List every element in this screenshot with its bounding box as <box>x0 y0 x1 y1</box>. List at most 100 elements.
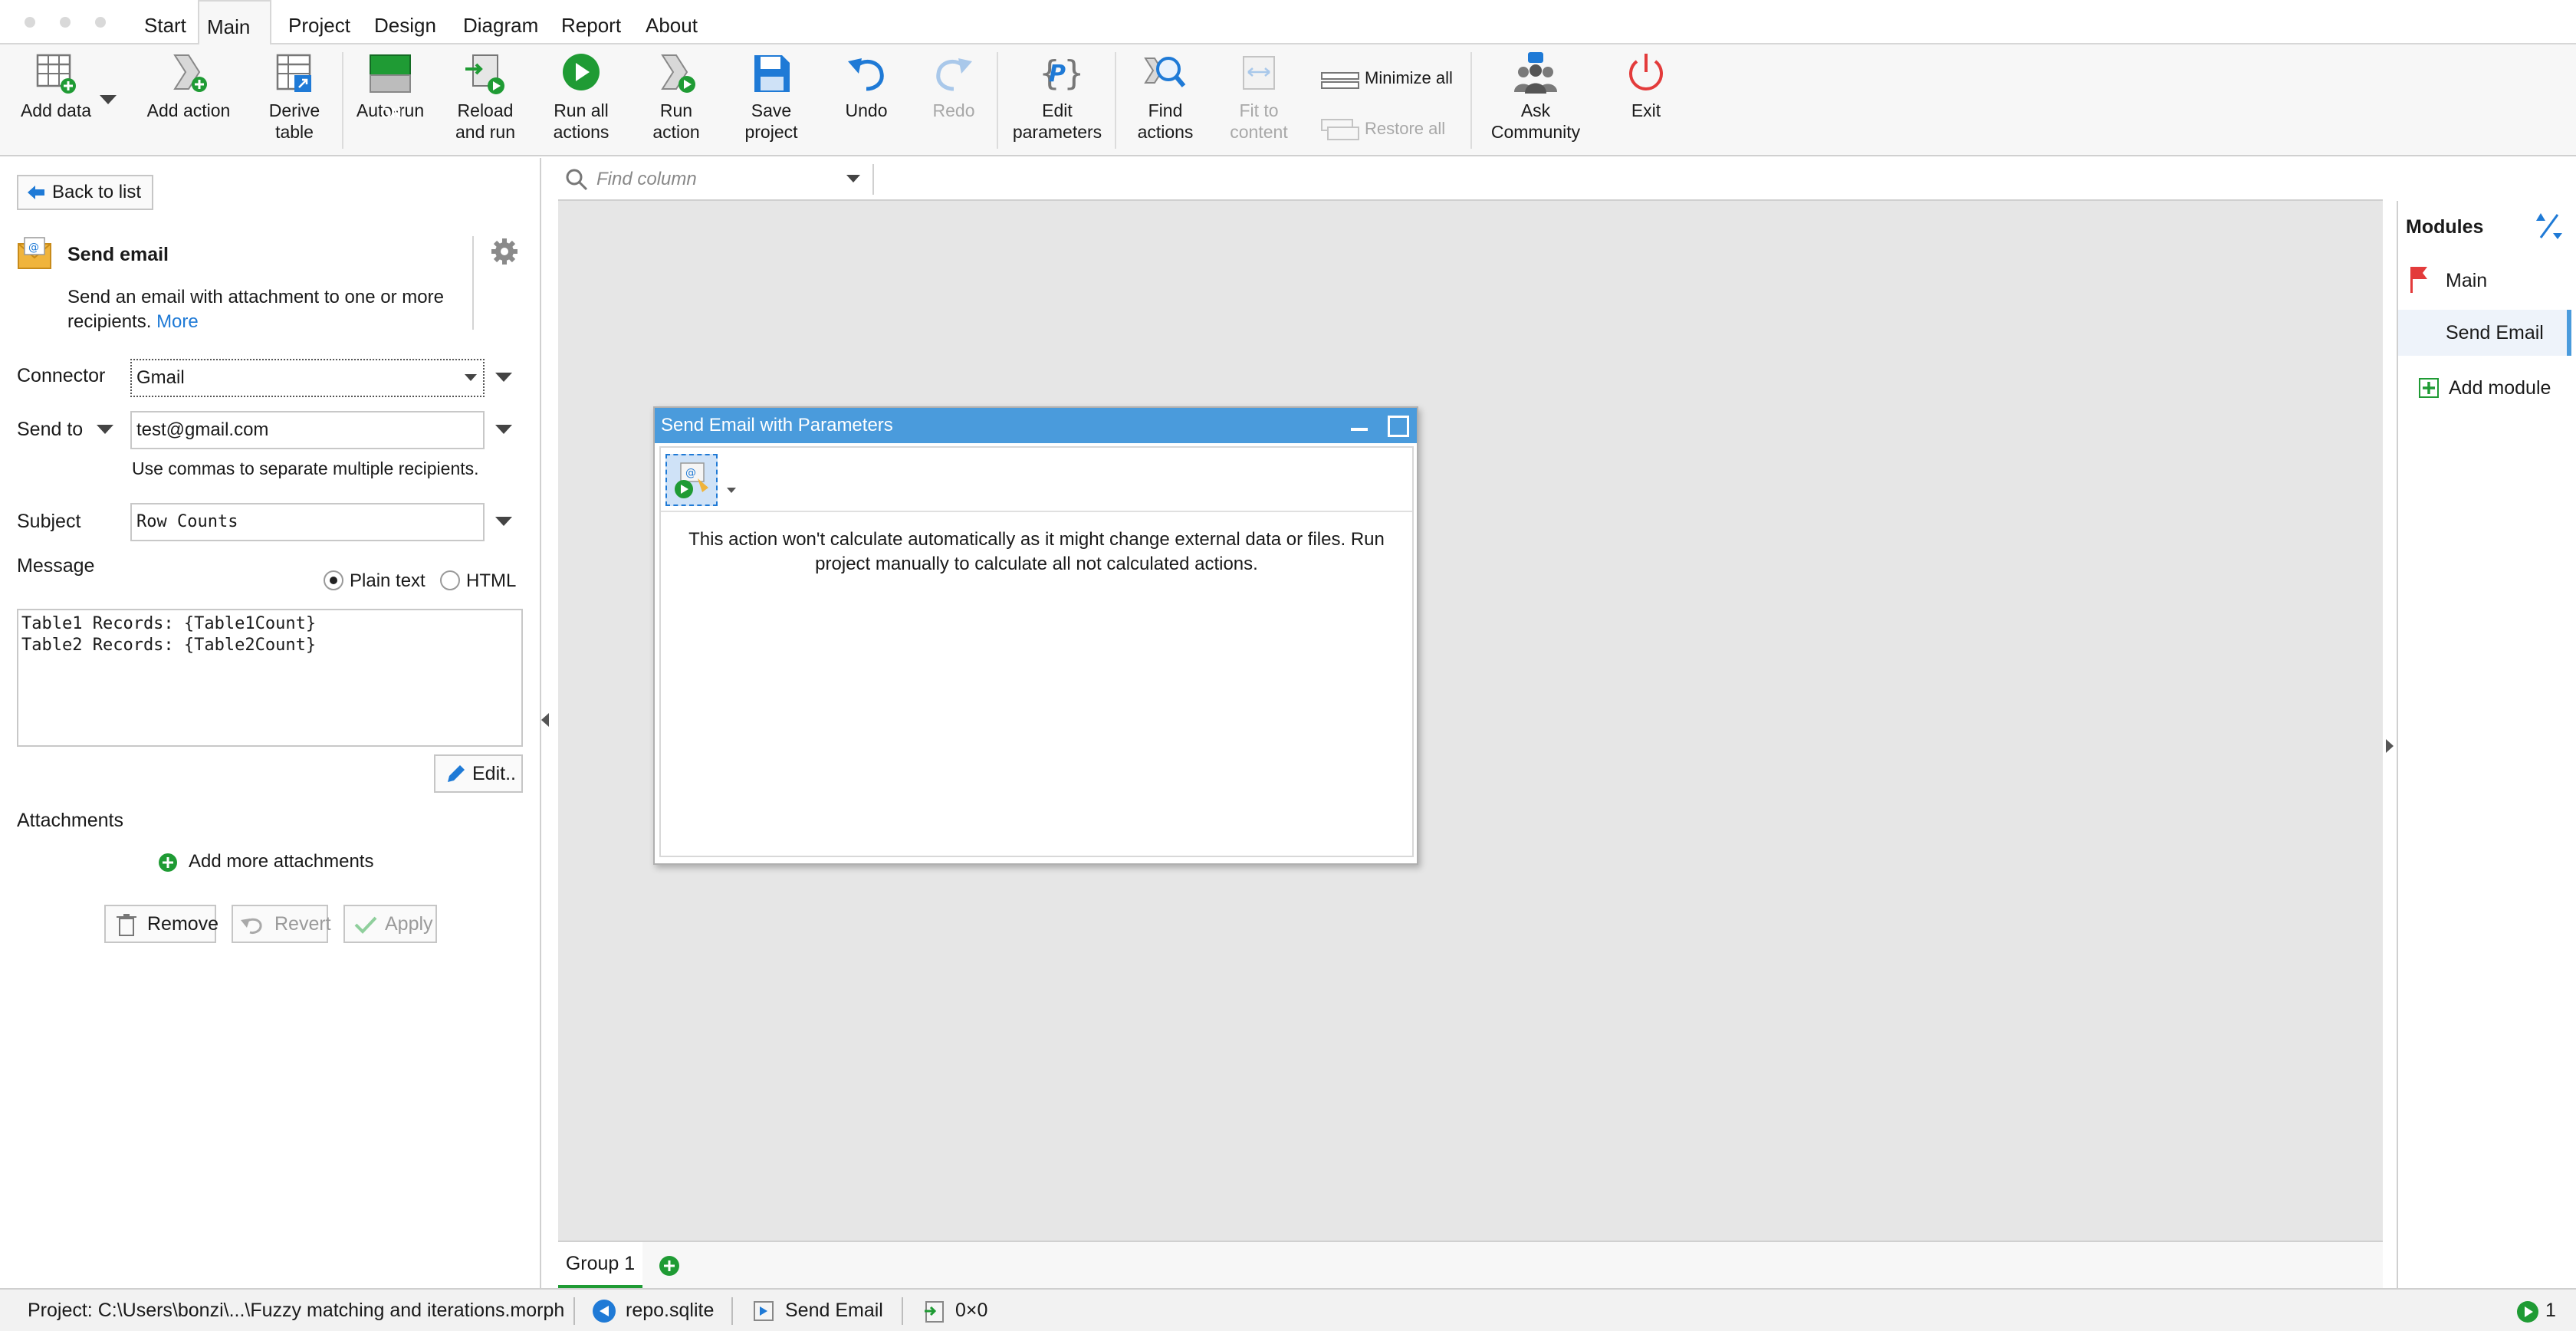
tab-about[interactable]: About <box>638 0 705 46</box>
revert-button[interactable]: Revert <box>232 905 331 943</box>
subject-options-icon[interactable] <box>495 517 512 526</box>
html-radio[interactable] <box>440 570 460 590</box>
undo-button[interactable]: Undo <box>828 51 905 153</box>
tab-start[interactable]: Start <box>136 0 194 46</box>
window-dot[interactable] <box>95 17 106 28</box>
add-action-button[interactable]: Add action <box>143 51 235 153</box>
minimize-icon[interactable] <box>1351 428 1368 431</box>
send-to-dropdown-icon[interactable] <box>97 425 113 434</box>
divider <box>872 164 874 195</box>
minimize-all-button[interactable]: Minimize all <box>1320 63 1453 94</box>
exit-label: Exit <box>1631 100 1661 120</box>
derive-table-button[interactable]: Derive table <box>258 51 331 153</box>
run-all-label: actions <box>553 122 610 142</box>
message-line: Table2 Records: {Table2Count} <box>21 636 317 655</box>
exit-button[interactable]: Exit <box>1608 51 1684 153</box>
revert-icon <box>241 918 262 934</box>
add-module-button[interactable]: Add module <box>2398 365 2571 411</box>
remove-button[interactable]: Remove <box>104 905 219 943</box>
redo-icon <box>936 58 972 91</box>
ask-community-button[interactable]: Ask Community <box>1486 51 1585 153</box>
auto-run-button[interactable]: Auto-run <box>351 51 429 153</box>
module-item-send-email[interactable]: Send Email <box>2398 310 2571 356</box>
ribbon-separator <box>997 52 998 149</box>
edit-parameters-label: Edit <box>1042 100 1073 120</box>
find-actions-button[interactable]: Find actions <box>1125 51 1205 153</box>
action-description: recipients. More <box>67 311 199 333</box>
window-title: Send Email with Parameters <box>661 415 893 435</box>
undo-icon <box>848 58 884 91</box>
status-bar: Project: C:\Users\bonzi\...\Fuzzy matchi… <box>0 1288 2576 1331</box>
tab-project[interactable]: Project <box>281 0 358 46</box>
sort-modules-icon[interactable] <box>2533 212 2564 241</box>
connector-options-icon[interactable] <box>495 373 512 382</box>
window-body: @ This action won't calculate automatica… <box>659 446 1414 857</box>
subject-input[interactable]: Row Counts <box>130 503 485 541</box>
save-label: Save <box>751 100 792 120</box>
search-icon <box>566 169 588 191</box>
tab-main[interactable]: Main <box>198 0 271 46</box>
modules-title: Modules <box>2406 216 2484 238</box>
tab-group-1[interactable]: Group 1 <box>558 1242 642 1288</box>
attachments-label: Attachments <box>17 810 123 831</box>
run-action-label: action <box>652 122 700 142</box>
find-column-dropdown-icon[interactable] <box>846 175 860 182</box>
add-more-attachments-button[interactable]: Add more attachments <box>158 848 373 876</box>
module-item-main[interactable]: Main <box>2398 258 2571 304</box>
project-path: Project: C:\Users\bonzi\...\Fuzzy matchi… <box>28 1300 565 1321</box>
reload-and-run-button[interactable]: Reload and run <box>443 51 527 153</box>
svg-text:}: } <box>1063 54 1080 93</box>
window-dot[interactable] <box>25 17 35 28</box>
action-title: Send email <box>67 244 169 265</box>
edit-parameters-button[interactable]: { P } Edit parameters <box>1009 51 1106 153</box>
add-data-button[interactable]: Add data <box>14 51 98 153</box>
derive-table-label: Derive <box>268 100 320 120</box>
message-textarea[interactable]: Table1 Records: {Table1Count} Table2 Rec… <box>17 609 523 747</box>
send-to-hint: Use commas to separate multiple recipien… <box>132 458 479 478</box>
not-calculated-message: This action won't calculate automaticall… <box>661 527 1412 577</box>
run-action-button[interactable]: Run action <box>638 51 715 153</box>
connector-select[interactable]: Gmail <box>130 359 485 397</box>
save-project-button[interactable]: Save project <box>733 51 810 153</box>
redo-button[interactable]: Redo <box>915 51 992 153</box>
apply-button[interactable]: Apply <box>343 905 437 943</box>
tab-design[interactable]: Design <box>366 0 444 46</box>
restore-all-button[interactable]: Restore all <box>1320 113 1445 144</box>
window-dot[interactable] <box>60 17 71 28</box>
send-to-options-icon[interactable] <box>495 425 512 434</box>
maximize-icon[interactable] <box>1388 416 1409 437</box>
collapse-right-panel-icon[interactable] <box>2386 739 2394 753</box>
find-column-input[interactable]: Find column <box>596 164 857 195</box>
more-link[interactable]: More <box>156 311 199 332</box>
action-dropdown-icon[interactable] <box>727 488 736 493</box>
find-column-bar: Find column <box>558 158 2383 201</box>
plain-text-radio[interactable] <box>324 570 343 590</box>
fit-to-content-button[interactable]: Fit to content <box>1221 51 1297 153</box>
revert-label: Revert <box>274 913 331 935</box>
current-module[interactable]: Send Email <box>785 1290 883 1331</box>
module-icon <box>754 1301 774 1321</box>
add-tab-icon[interactable] <box>658 1254 681 1277</box>
send-to-input[interactable]: test@gmail.com <box>130 411 485 449</box>
collapse-left-panel-icon[interactable] <box>541 713 549 727</box>
restore-all-icon <box>1321 119 1359 141</box>
add-more-attachments-label: Add more attachments <box>189 851 374 872</box>
back-to-list-button[interactable]: Back to list <box>17 175 154 210</box>
fit-to-content-label: Fit to <box>1239 100 1279 120</box>
tab-report[interactable]: Report <box>554 0 629 46</box>
modules-panel: Modules Main Send Email Add module <box>2397 201 2576 1288</box>
auto-run-badge: ON <box>380 106 402 121</box>
tab-diagram[interactable]: Diagram <box>455 0 546 46</box>
gear-icon[interactable] <box>491 238 518 265</box>
reload-label: Reload <box>457 100 514 120</box>
add-data-dropdown-icon[interactable] <box>100 95 117 104</box>
status-divider <box>902 1297 903 1325</box>
edit-message-button[interactable]: Edit.. <box>434 754 523 793</box>
run-all-actions-button[interactable]: Run all actions <box>541 51 621 153</box>
window-title-bar[interactable]: Send Email with Parameters <box>655 408 1417 443</box>
subject-label: Subject <box>17 511 81 532</box>
database-name[interactable]: repo.sqlite <box>626 1290 714 1331</box>
pencil-icon <box>448 765 465 782</box>
action-window[interactable]: Send Email with Parameters @ This action… <box>653 406 1418 865</box>
send-email-action-icon[interactable]: @ <box>665 454 718 506</box>
